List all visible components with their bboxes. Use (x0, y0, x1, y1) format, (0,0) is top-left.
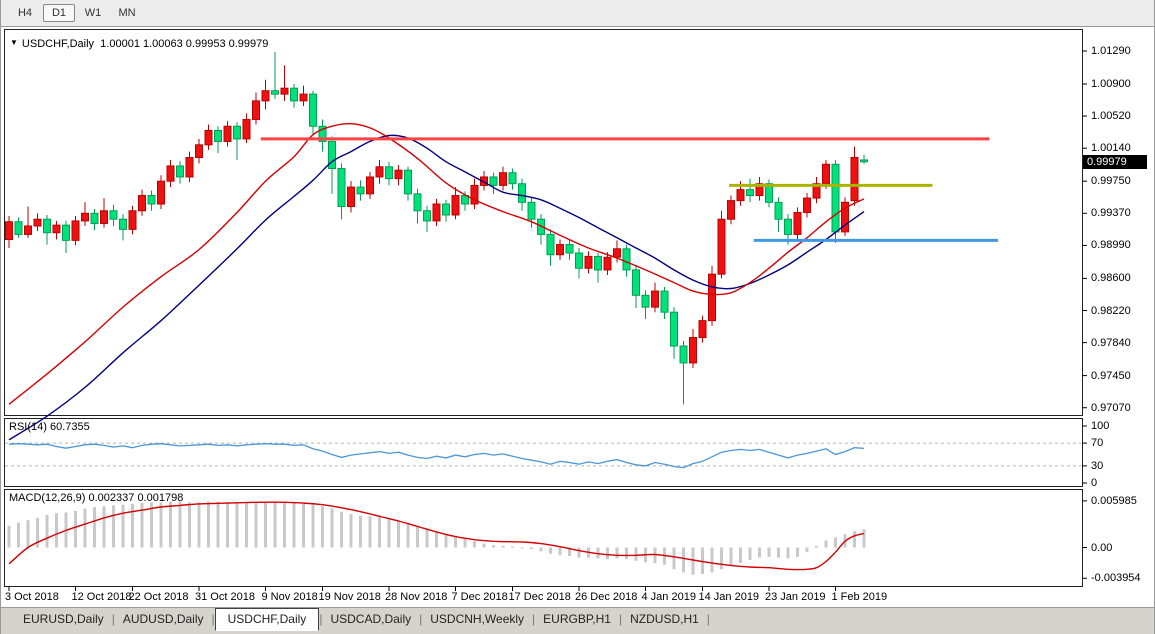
date-axis-label: 31 Oct 2018 (195, 591, 255, 603)
date-axis-label: 9 Nov 2018 (262, 591, 318, 603)
rsi-axis-label: 0 (1091, 477, 1097, 489)
chart-symbol-label: USDCHF,Daily (22, 38, 94, 50)
tab-separator: | (707, 612, 710, 626)
chart-tab-bar: EURUSD,Daily|AUDUSD,Daily|USDCHF,Daily|U… (1, 607, 1154, 634)
date-axis-label: 17 Dec 2018 (509, 591, 571, 603)
macd-axis-label: 0.005985 (1091, 495, 1137, 507)
price-axis-label: 0.99370 (1091, 207, 1131, 219)
date-axis-label: 22 Oct 2018 (129, 591, 189, 603)
rsi-name: RSI(14) (9, 421, 47, 433)
chart-tab-eurusd[interactable]: EURUSD,Daily (15, 609, 112, 629)
chart-tab-usdcad[interactable]: USDCAD,Daily (322, 609, 419, 629)
chart-dropdown-icon[interactable]: ▼ (10, 38, 18, 47)
price-axis-label: 0.98600 (1091, 272, 1131, 284)
price-axis-label: 0.97840 (1091, 337, 1131, 349)
macd-histogram (8, 502, 866, 575)
macd-main-value: 0.002337 (88, 492, 134, 504)
date-axis-label: 23 Jan 2019 (765, 591, 826, 603)
date-axis-label: 4 Jan 2019 (642, 591, 696, 603)
trading-terminal-window: H4D1W1MN ▼USDCHF,Daily 1.00001 1.00063 0… (0, 0, 1155, 634)
macd-axis-label: 0.00 (1091, 542, 1112, 554)
price-axis-label: 0.98220 (1091, 305, 1131, 317)
rsi-axis-label: 70 (1091, 437, 1103, 449)
chart-tab-audusd[interactable]: AUDUSD,Daily (115, 609, 212, 629)
chart-title: ▼ USDCHF,Daily 1.00001 1.00063 0.99953 0.… (10, 36, 268, 51)
chart-tab-usdchf[interactable]: USDCHF,Daily (215, 608, 320, 631)
ma-fast-line (9, 124, 864, 405)
rsi-line (9, 444, 864, 468)
date-axis-label: 14 Jan 2019 (699, 591, 760, 603)
date-axis-label: 28 Nov 2018 (385, 591, 447, 603)
chart-canvas (1, 0, 1155, 634)
ma-slow-line (9, 135, 864, 439)
date-axis-label: 19 Nov 2018 (319, 591, 381, 603)
date-axis-label: 1 Feb 2019 (832, 591, 888, 603)
price-axis-label: 0.99750 (1091, 175, 1131, 187)
macd-name: MACD(12,26,9) (9, 492, 85, 504)
chart-tab-eurgbp[interactable]: EURGBP,H1 (535, 609, 619, 629)
chart-ohlc-values: 1.00001 1.00063 0.99953 0.99979 (100, 38, 268, 50)
rsi-axis-label: 30 (1091, 460, 1103, 472)
price-axis-label: 0.97450 (1091, 370, 1131, 382)
rsi-axis-label: 100 (1091, 420, 1109, 432)
price-axis-label: 1.01290 (1091, 45, 1131, 57)
chart-tab-nzdusd[interactable]: NZDUSD,H1 (622, 609, 707, 629)
price-axis-label: 0.98990 (1091, 239, 1131, 251)
macd-signal-value: 0.001798 (137, 492, 183, 504)
rsi-indicator-label: RSI(14) 60.7355 (9, 421, 90, 434)
macd-axis-label: -0.003954 (1091, 572, 1141, 584)
price-axis-label: 0.97070 (1091, 402, 1131, 414)
macd-indicator-label: MACD(12,26,9) 0.002337 0.001798 (9, 492, 183, 505)
date-axis-label: 26 Dec 2018 (575, 591, 637, 603)
rsi-value: 60.7355 (50, 421, 90, 433)
price-axis-label: 1.00140 (1091, 142, 1131, 154)
price-axis-label: 1.00520 (1091, 110, 1131, 122)
current-price-tag: 0.99979 (1083, 155, 1147, 169)
date-axis-label: 12 Oct 2018 (72, 591, 132, 603)
price-axis-label: 1.00900 (1091, 78, 1131, 90)
date-axis-label: 3 Oct 2018 (5, 591, 59, 603)
date-axis-label: 7 Dec 2018 (452, 591, 508, 603)
chart-tab-usdcnh[interactable]: USDCNH,Weekly (422, 609, 532, 629)
candles-layer (6, 52, 868, 404)
